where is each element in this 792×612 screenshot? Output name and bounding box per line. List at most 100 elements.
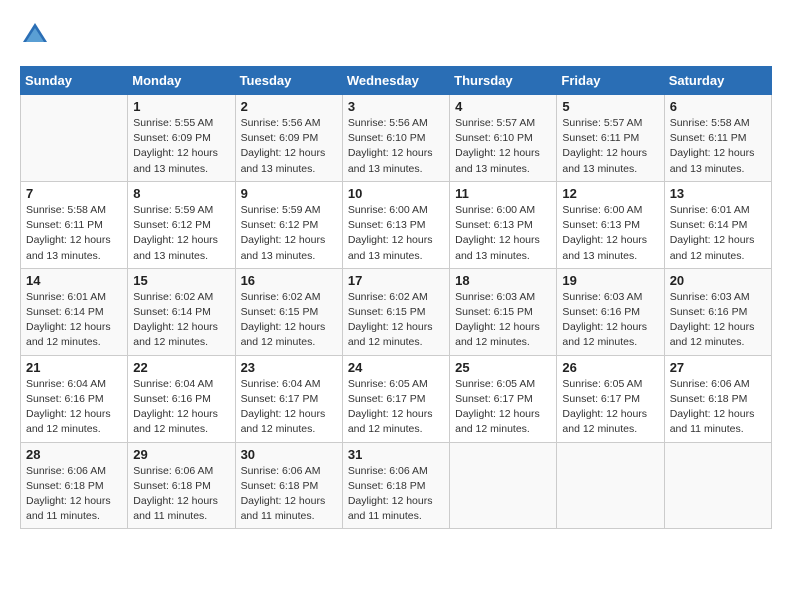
table-row: 23 Sunrise: 6:04 AM Sunset: 6:17 PM Dayli… [235, 355, 342, 442]
header-day-friday: Friday [557, 67, 664, 95]
day-number: 19 [562, 273, 658, 288]
day-info: Sunrise: 6:05 AM Sunset: 6:17 PM Dayligh… [455, 377, 551, 438]
table-row: 14 Sunrise: 6:01 AM Sunset: 6:14 PM Dayli… [21, 268, 128, 355]
day-info: Sunrise: 5:56 AM Sunset: 6:10 PM Dayligh… [348, 116, 444, 177]
table-row: 9 Sunrise: 5:59 AM Sunset: 6:12 PM Daylig… [235, 181, 342, 268]
table-row: 20Sunrise: 6:03 AM Sunset: 6:16 PM Dayli… [664, 268, 771, 355]
day-info: Sunrise: 6:06 AM Sunset: 6:18 PM Dayligh… [348, 464, 444, 525]
day-info: Sunrise: 6:00 AM Sunset: 6:13 PM Dayligh… [562, 203, 658, 264]
day-number: 27 [670, 360, 766, 375]
table-row: 24Sunrise: 6:05 AM Sunset: 6:17 PM Dayli… [342, 355, 449, 442]
day-number: 29 [133, 447, 229, 462]
day-number: 13 [670, 186, 766, 201]
header-day-saturday: Saturday [664, 67, 771, 95]
day-info: Sunrise: 6:04 AM Sunset: 6:17 PM Dayligh… [241, 377, 337, 438]
day-number: 14 [26, 273, 122, 288]
table-row: 13 Sunrise: 6:01 AM Sunset: 6:14 PM Dayli… [664, 181, 771, 268]
table-row: 25 Sunrise: 6:05 AM Sunset: 6:17 PM Dayli… [450, 355, 557, 442]
table-row: 15 Sunrise: 6:02 AM Sunset: 6:14 PM Dayli… [128, 268, 235, 355]
week-row-0: 1 Sunrise: 5:55 AM Sunset: 6:09 PM Daylig… [21, 95, 772, 182]
day-number: 23 [241, 360, 337, 375]
table-row: 27 Sunrise: 6:06 AM Sunset: 6:18 PM Dayli… [664, 355, 771, 442]
day-number: 20 [670, 273, 766, 288]
day-info: Sunrise: 6:01 AM Sunset: 6:14 PM Dayligh… [670, 203, 766, 264]
week-row-2: 14 Sunrise: 6:01 AM Sunset: 6:14 PM Dayli… [21, 268, 772, 355]
day-info: Sunrise: 6:02 AM Sunset: 6:14 PM Dayligh… [133, 290, 229, 351]
day-info: Sunrise: 6:04 AM Sunset: 6:16 PM Dayligh… [133, 377, 229, 438]
week-row-4: 28 Sunrise: 6:06 AM Sunset: 6:18 PM Dayli… [21, 442, 772, 529]
day-info: Sunrise: 6:05 AM Sunset: 6:17 PM Dayligh… [348, 377, 444, 438]
table-row: 31 Sunrise: 6:06 AM Sunset: 6:18 PM Dayli… [342, 442, 449, 529]
table-row: 18 Sunrise: 6:03 AM Sunset: 6:15 PM Dayli… [450, 268, 557, 355]
day-number: 9 [241, 186, 337, 201]
day-number: 1 [133, 99, 229, 114]
table-row: 29Sunrise: 6:06 AM Sunset: 6:18 PM Dayli… [128, 442, 235, 529]
calendar-body: 1 Sunrise: 5:55 AM Sunset: 6:09 PM Daylig… [21, 95, 772, 529]
day-info: Sunrise: 6:03 AM Sunset: 6:16 PM Dayligh… [562, 290, 658, 351]
week-row-1: 7 Sunrise: 5:58 AM Sunset: 6:11 PM Daylig… [21, 181, 772, 268]
day-info: Sunrise: 5:59 AM Sunset: 6:12 PM Dayligh… [241, 203, 337, 264]
table-row: 2 Sunrise: 5:56 AM Sunset: 6:09 PM Daylig… [235, 95, 342, 182]
day-info: Sunrise: 5:57 AM Sunset: 6:11 PM Dayligh… [562, 116, 658, 177]
table-row [664, 442, 771, 529]
table-row: 12 Sunrise: 6:00 AM Sunset: 6:13 PM Dayli… [557, 181, 664, 268]
header-row: SundayMondayTuesdayWednesdayThursdayFrid… [21, 67, 772, 95]
day-number: 3 [348, 99, 444, 114]
table-row: 6 Sunrise: 5:58 AM Sunset: 6:11 PM Daylig… [664, 95, 771, 182]
day-number: 8 [133, 186, 229, 201]
day-info: Sunrise: 6:02 AM Sunset: 6:15 PM Dayligh… [348, 290, 444, 351]
table-row: 26Sunrise: 6:05 AM Sunset: 6:17 PM Dayli… [557, 355, 664, 442]
day-info: Sunrise: 6:00 AM Sunset: 6:13 PM Dayligh… [348, 203, 444, 264]
day-info: Sunrise: 6:04 AM Sunset: 6:16 PM Dayligh… [26, 377, 122, 438]
day-number: 12 [562, 186, 658, 201]
table-row: 5 Sunrise: 5:57 AM Sunset: 6:11 PM Daylig… [557, 95, 664, 182]
day-info: Sunrise: 5:58 AM Sunset: 6:11 PM Dayligh… [670, 116, 766, 177]
day-number: 25 [455, 360, 551, 375]
calendar-table: SundayMondayTuesdayWednesdayThursdayFrid… [20, 66, 772, 529]
day-number: 21 [26, 360, 122, 375]
day-number: 31 [348, 447, 444, 462]
day-info: Sunrise: 6:06 AM Sunset: 6:18 PM Dayligh… [26, 464, 122, 525]
table-row: 11Sunrise: 6:00 AM Sunset: 6:13 PM Dayli… [450, 181, 557, 268]
day-info: Sunrise: 6:06 AM Sunset: 6:18 PM Dayligh… [670, 377, 766, 438]
table-row: 28 Sunrise: 6:06 AM Sunset: 6:18 PM Dayli… [21, 442, 128, 529]
table-row: 10Sunrise: 6:00 AM Sunset: 6:13 PM Dayli… [342, 181, 449, 268]
day-number: 18 [455, 273, 551, 288]
page-header [20, 20, 772, 50]
day-info: Sunrise: 5:56 AM Sunset: 6:09 PM Dayligh… [241, 116, 337, 177]
header-day-wednesday: Wednesday [342, 67, 449, 95]
header-day-thursday: Thursday [450, 67, 557, 95]
table-row: 17 Sunrise: 6:02 AM Sunset: 6:15 PM Dayli… [342, 268, 449, 355]
day-info: Sunrise: 5:58 AM Sunset: 6:11 PM Dayligh… [26, 203, 122, 264]
day-info: Sunrise: 6:03 AM Sunset: 6:15 PM Dayligh… [455, 290, 551, 351]
table-row [450, 442, 557, 529]
header-day-monday: Monday [128, 67, 235, 95]
day-number: 26 [562, 360, 658, 375]
day-number: 11 [455, 186, 551, 201]
day-number: 28 [26, 447, 122, 462]
calendar-header: SundayMondayTuesdayWednesdayThursdayFrid… [21, 67, 772, 95]
table-row: 3 Sunrise: 5:56 AM Sunset: 6:10 PM Daylig… [342, 95, 449, 182]
table-row [557, 442, 664, 529]
table-row [21, 95, 128, 182]
table-row: 19 Sunrise: 6:03 AM Sunset: 6:16 PM Dayli… [557, 268, 664, 355]
day-number: 22 [133, 360, 229, 375]
day-info: Sunrise: 6:01 AM Sunset: 6:14 PM Dayligh… [26, 290, 122, 351]
header-day-tuesday: Tuesday [235, 67, 342, 95]
day-number: 7 [26, 186, 122, 201]
day-number: 4 [455, 99, 551, 114]
table-row: 7 Sunrise: 5:58 AM Sunset: 6:11 PM Daylig… [21, 181, 128, 268]
day-number: 2 [241, 99, 337, 114]
header-day-sunday: Sunday [21, 67, 128, 95]
logo [20, 20, 54, 50]
day-number: 16 [241, 273, 337, 288]
day-info: Sunrise: 5:59 AM Sunset: 6:12 PM Dayligh… [133, 203, 229, 264]
day-number: 6 [670, 99, 766, 114]
day-number: 17 [348, 273, 444, 288]
day-info: Sunrise: 5:55 AM Sunset: 6:09 PM Dayligh… [133, 116, 229, 177]
table-row: 30Sunrise: 6:06 AM Sunset: 6:18 PM Dayli… [235, 442, 342, 529]
day-number: 15 [133, 273, 229, 288]
day-number: 5 [562, 99, 658, 114]
table-row: 1 Sunrise: 5:55 AM Sunset: 6:09 PM Daylig… [128, 95, 235, 182]
day-number: 30 [241, 447, 337, 462]
